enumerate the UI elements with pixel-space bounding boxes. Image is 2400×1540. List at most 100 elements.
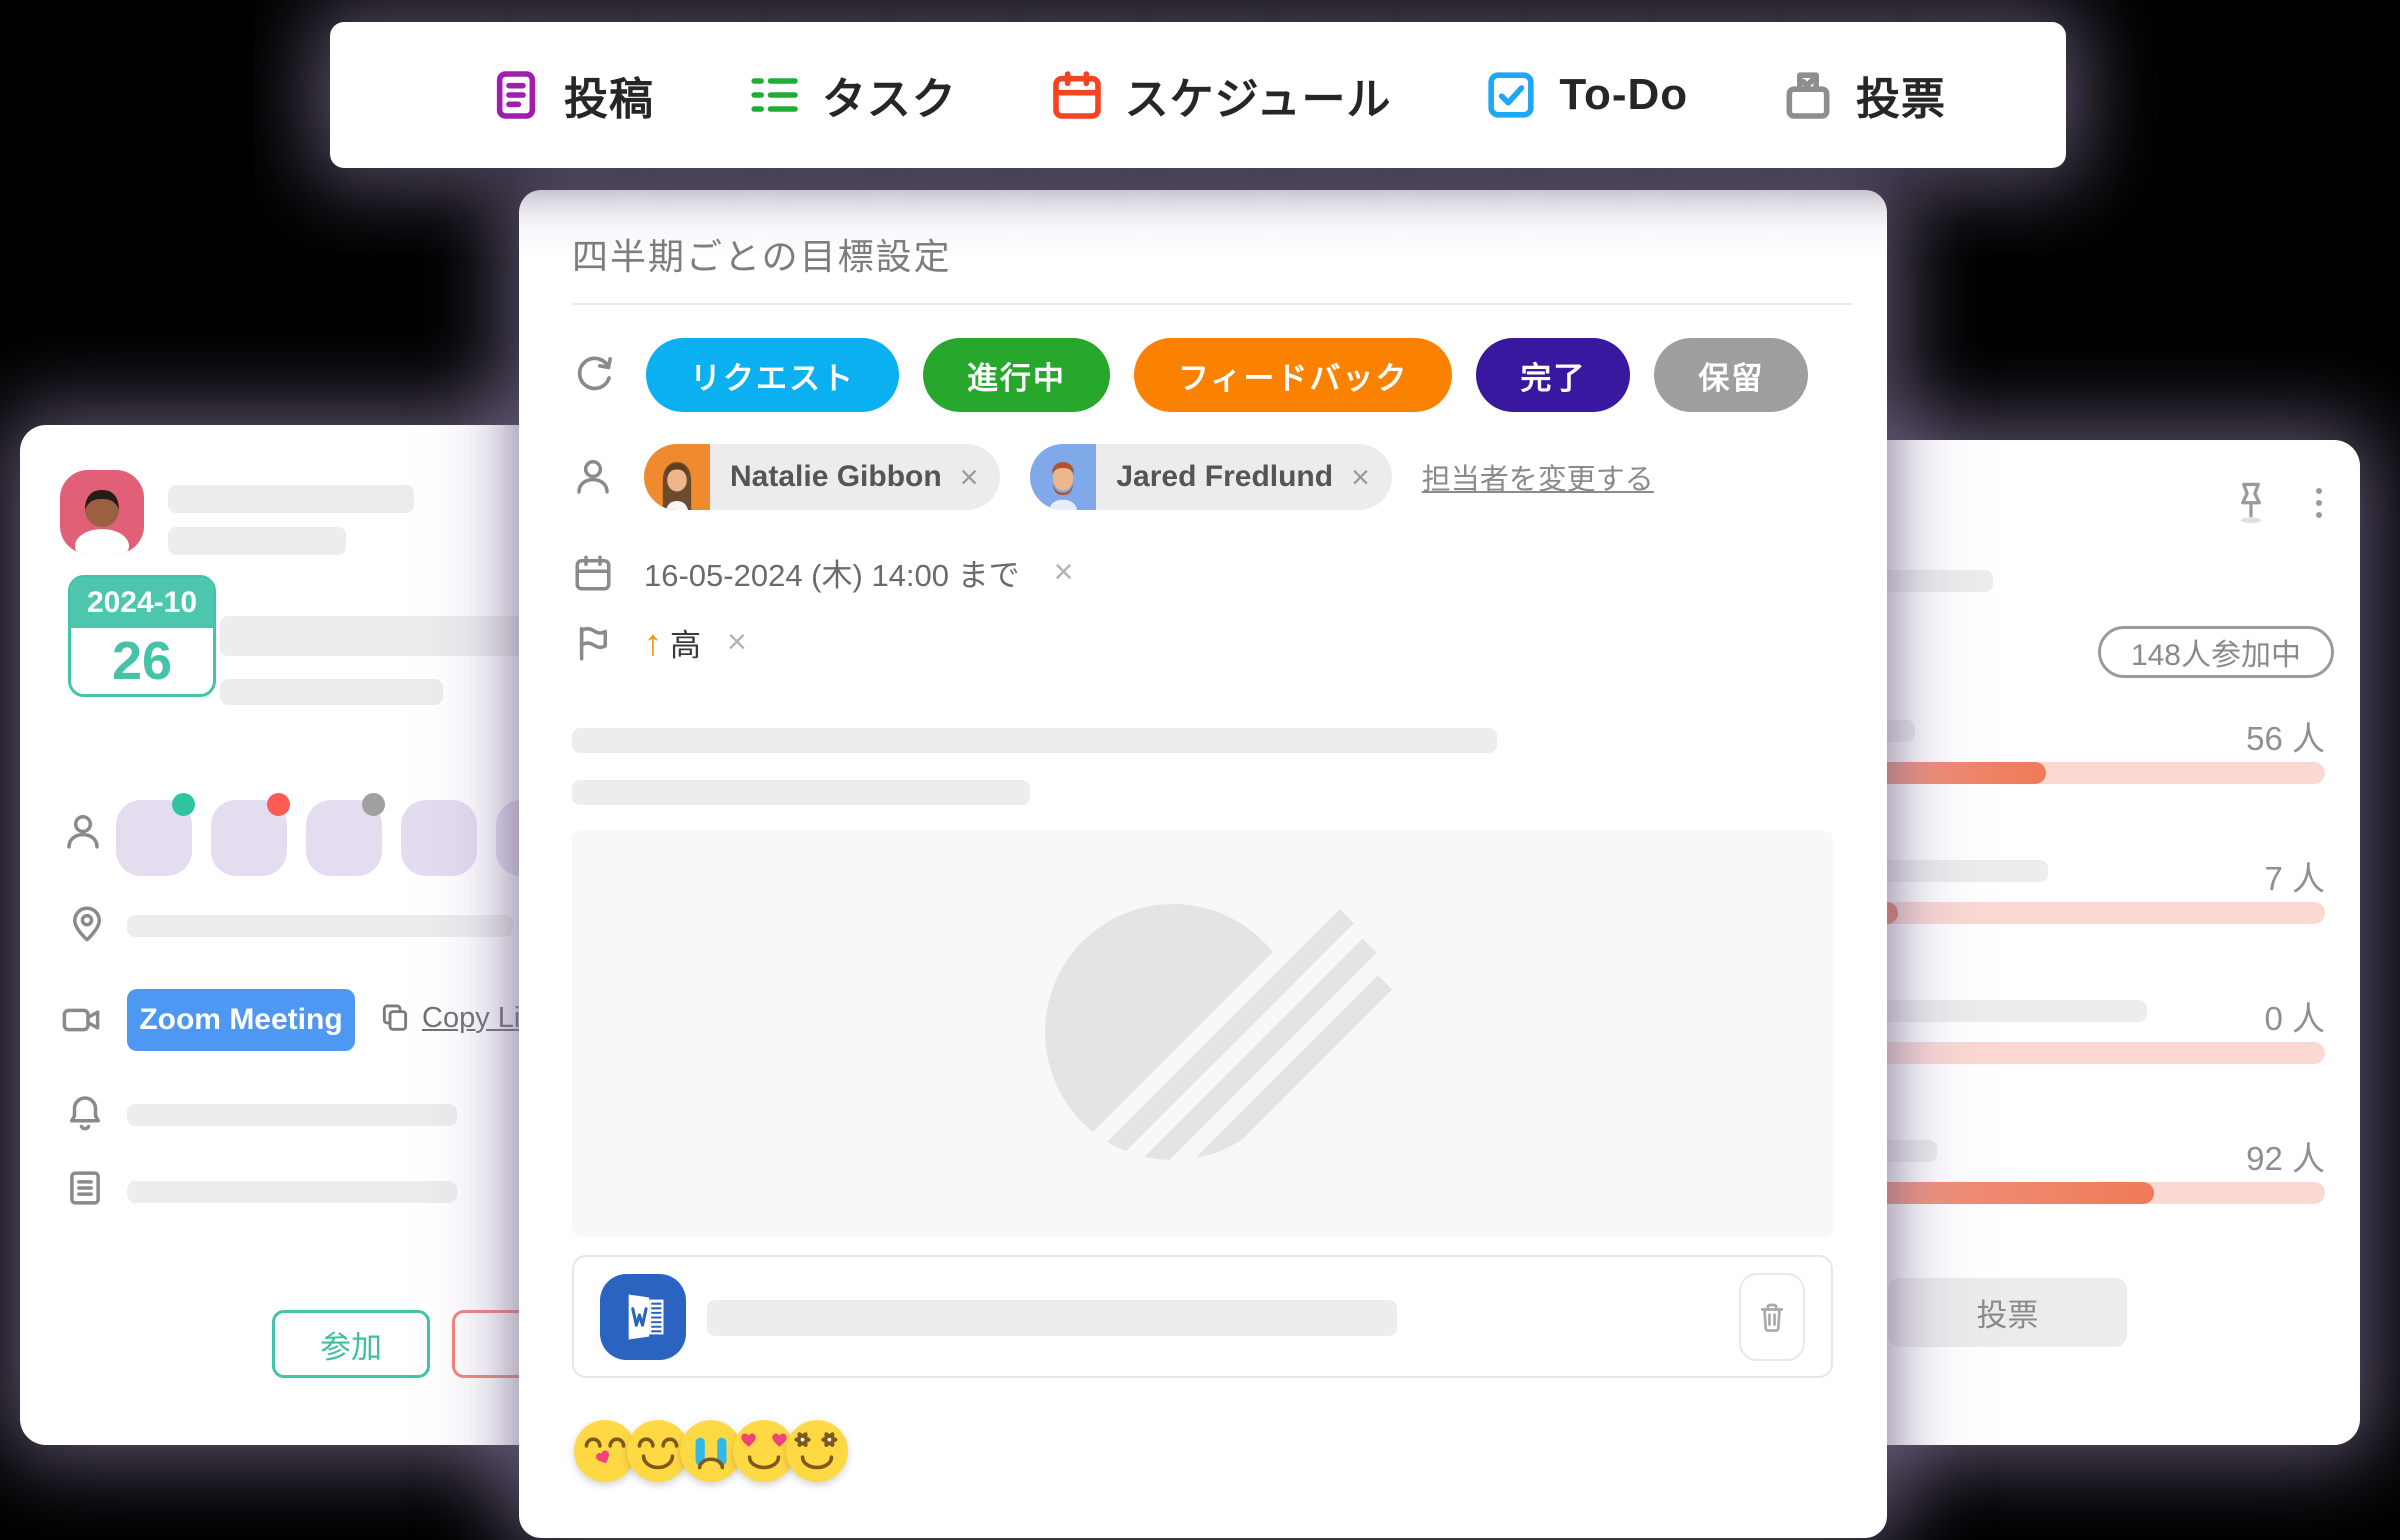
- due-date-text: 16-05-2024 (木) 14:00 まで: [644, 550, 1020, 595]
- poll-option-row[interactable]: 0 人: [1875, 992, 2325, 1082]
- pushpin-icon[interactable]: [2229, 478, 2273, 528]
- poll-count: 92 人: [2246, 1132, 2325, 1180]
- status-pill-feedback[interactable]: フィードバック: [1134, 338, 1452, 412]
- nav-item-schedule[interactable]: スケジュール: [1049, 63, 1392, 127]
- poll-option-row[interactable]: 92 人: [1875, 1132, 2325, 1222]
- status-pill-request[interactable]: リクエスト: [646, 338, 899, 412]
- remove-assignee-icon[interactable]: ×: [1351, 459, 1370, 496]
- placeholder-bar: [127, 1181, 457, 1203]
- status-pill-done[interactable]: 完了: [1476, 338, 1630, 412]
- poll-count: 7 人: [2264, 852, 2325, 900]
- nav-item-vote[interactable]: 投票: [1780, 63, 1946, 127]
- video-camera-icon: [60, 999, 102, 1041]
- status-dot-accepted: [172, 793, 195, 816]
- status-pill-in-progress[interactable]: 進行中: [923, 338, 1110, 412]
- placeholder-bar: [220, 679, 443, 705]
- assignee-name: Natalie Gibbon: [730, 460, 942, 494]
- nav-item-posts[interactable]: 投稿: [488, 63, 654, 127]
- date-badge: 2024-10 26: [68, 575, 216, 697]
- calendar-icon: [572, 552, 614, 594]
- file-name-placeholder: [707, 1300, 1397, 1336]
- poll-count: 56 人: [2246, 712, 2325, 760]
- poll-progress-track: [1875, 1182, 2325, 1204]
- remove-priority-icon[interactable]: ×: [727, 623, 747, 662]
- event-card: 2024-10 26 Zoom Meeting: [20, 425, 560, 1445]
- poll-question-placeholder: [1875, 570, 1993, 592]
- attendee-avatar-placeholder: [401, 800, 477, 876]
- priority-row: ↑ 高 ×: [572, 620, 747, 665]
- poll-option-row[interactable]: 56 人: [1875, 712, 2325, 802]
- description-placeholder-bar: [572, 780, 1030, 805]
- task-list-icon: [746, 67, 802, 123]
- location-pin-icon: [66, 903, 108, 945]
- note-icon: [64, 1167, 106, 1209]
- poll-progress-fill: [1875, 1182, 2154, 1204]
- poll-card: 148人参加中 56 人 7 人 0 人 92 人: [1845, 440, 2360, 1445]
- vote-button[interactable]: 投票: [1888, 1278, 2127, 1347]
- vote-box-icon: [1780, 67, 1836, 123]
- avatar: [60, 470, 144, 554]
- zoom-meeting-button[interactable]: Zoom Meeting: [127, 989, 355, 1051]
- change-assignee-link[interactable]: 担当者を変更する: [1422, 456, 1654, 498]
- nav-label: 投票: [1856, 63, 1946, 127]
- poll-count: 0 人: [2264, 992, 2325, 1040]
- placeholder-bar: [220, 616, 550, 656]
- bell-icon: [64, 1091, 106, 1133]
- star-eyes-emoji[interactable]: [784, 1418, 850, 1484]
- divider: [572, 303, 1853, 305]
- task-detail-card: 四半期ごとの目標設定 リクエスト 進行中 フィードバック 完了 保留: [519, 190, 1887, 1538]
- assignee-name: Jared Fredlund: [1116, 460, 1333, 494]
- reaction-row: [572, 1418, 837, 1484]
- priority-arrow: ↑: [644, 622, 662, 664]
- remove-due-date-icon[interactable]: ×: [1054, 553, 1074, 592]
- status-dot-pending: [362, 793, 385, 816]
- word-file-icon: [600, 1274, 686, 1360]
- nav-item-todo[interactable]: To-Do: [1483, 67, 1688, 123]
- stage: 2024-10 26 Zoom Meeting: [0, 0, 2400, 1540]
- todo-check-icon: [1483, 67, 1539, 123]
- placeholder-bar: [168, 485, 414, 513]
- nav-label: 投稿: [564, 63, 654, 127]
- poll-option-row[interactable]: 7 人: [1875, 852, 2325, 942]
- flag-icon: [572, 622, 614, 664]
- poll-progress-track: [1875, 902, 2325, 924]
- copy-icon: [378, 1001, 412, 1035]
- status-row: リクエスト 進行中 フィードバック 完了 保留: [572, 338, 1808, 412]
- more-menu-icon[interactable]: [2307, 484, 2331, 524]
- calendar-icon: [1049, 67, 1105, 123]
- nav-label: タスク: [822, 63, 957, 127]
- poll-progress-fill: [1875, 762, 2046, 784]
- post-icon: [488, 67, 544, 123]
- placeholder-bar: [127, 1104, 457, 1126]
- assignee-person-icon: [572, 456, 614, 498]
- trash-icon: [1754, 1299, 1790, 1335]
- image-placeholder-icon: [968, 864, 1438, 1204]
- participants-badge: 148人参加中: [2098, 626, 2334, 678]
- description-placeholder-bar: [572, 728, 1497, 753]
- status-cycle-icon[interactable]: [572, 353, 616, 397]
- date-badge-month: 2024-10: [71, 578, 213, 628]
- assignee-avatar: [1030, 444, 1096, 510]
- placeholder-bar: [168, 527, 346, 555]
- assignee-chip[interactable]: Natalie Gibbon ×: [644, 444, 1000, 510]
- assignee-chip[interactable]: Jared Fredlund ×: [1030, 444, 1391, 510]
- poll-option-placeholder: [1875, 1000, 2147, 1022]
- status-pill-hold[interactable]: 保留: [1654, 338, 1808, 412]
- poll-progress-track: [1875, 762, 2325, 784]
- remove-assignee-icon[interactable]: ×: [960, 459, 979, 496]
- poll-progress-track: [1875, 1042, 2325, 1064]
- assignee-avatar: [644, 444, 710, 510]
- delete-attachment-button[interactable]: [1739, 1273, 1805, 1361]
- join-button[interactable]: 参加: [272, 1310, 430, 1378]
- nav-label: スケジュール: [1125, 63, 1392, 127]
- assignee-row: Natalie Gibbon × Jared Fredlund × 担当者を変更…: [572, 444, 1654, 510]
- feature-nav-bar: 投稿 タスク スケジュール To-Do 投票: [330, 22, 2066, 168]
- attachment-row[interactable]: [572, 1255, 1833, 1378]
- nav-item-tasks[interactable]: タスク: [746, 63, 957, 127]
- placeholder-bar: [127, 915, 513, 937]
- attendees-icon: [62, 811, 104, 853]
- attached-image-placeholder: [572, 830, 1833, 1237]
- priority-label: 高: [670, 620, 701, 665]
- status-dot-declined: [267, 793, 290, 816]
- nav-label: To-Do: [1559, 70, 1688, 120]
